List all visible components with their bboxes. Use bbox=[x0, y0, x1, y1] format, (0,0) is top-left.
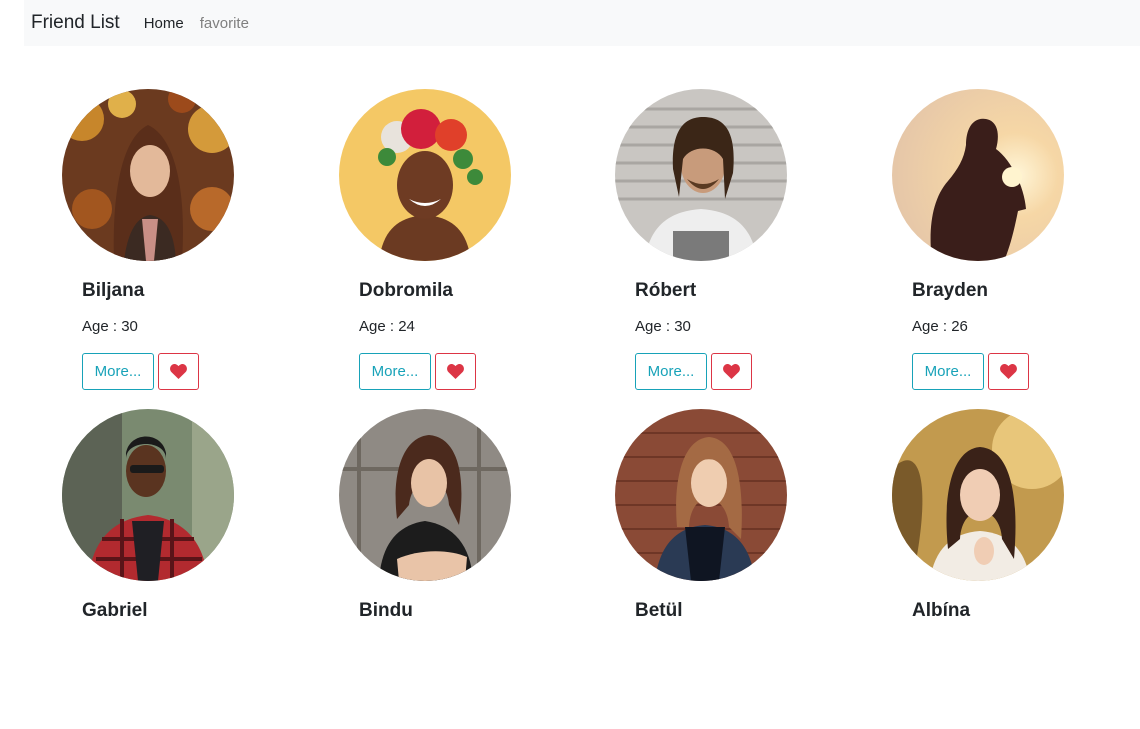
nav-link-home[interactable]: Home bbox=[144, 15, 184, 32]
favorite-button[interactable] bbox=[435, 353, 476, 390]
friend-card: Albína bbox=[892, 409, 1132, 729]
friend-name: Biljana bbox=[82, 280, 145, 301]
favorite-button[interactable] bbox=[158, 353, 199, 390]
more-button[interactable]: More... bbox=[635, 353, 707, 390]
favorite-button[interactable] bbox=[711, 353, 752, 390]
friend-photo bbox=[892, 409, 1064, 581]
more-button[interactable]: More... bbox=[82, 353, 154, 390]
friend-photo bbox=[339, 89, 511, 261]
friend-photo bbox=[62, 409, 234, 581]
nav-link-favorite[interactable]: favorite bbox=[200, 15, 249, 32]
friend-photo bbox=[892, 89, 1064, 261]
navbar: Friend List Home favorite bbox=[24, 0, 1140, 46]
friend-photo bbox=[339, 409, 511, 581]
friend-name: Róbert bbox=[635, 280, 697, 301]
friend-card: Biljana Age : 30 More... bbox=[62, 89, 302, 409]
friend-card: Gabriel bbox=[62, 409, 302, 729]
friend-photo bbox=[615, 89, 787, 261]
friend-age: Age : 24 bbox=[359, 318, 415, 335]
more-button[interactable]: More... bbox=[359, 353, 431, 390]
friend-name: Betül bbox=[635, 600, 683, 621]
navbar-brand[interactable]: Friend List bbox=[31, 12, 120, 34]
friend-name: Brayden bbox=[912, 280, 989, 301]
friend-card: Dobromila Age : 24 More... bbox=[339, 89, 579, 409]
friend-age: Age : 30 bbox=[82, 318, 138, 335]
heart-icon bbox=[447, 364, 464, 379]
friend-age: Age : 30 bbox=[635, 318, 691, 335]
more-button[interactable]: More... bbox=[912, 353, 984, 390]
friend-photo bbox=[615, 409, 787, 581]
friend-card: Bindu bbox=[339, 409, 579, 729]
friend-card: Brayden Age : 26 More... bbox=[892, 89, 1132, 409]
friend-card: Róbert Age : 30 More... bbox=[615, 89, 855, 409]
friend-age: Age : 26 bbox=[912, 318, 968, 335]
favorite-button[interactable] bbox=[988, 353, 1029, 390]
friend-name: Dobromila bbox=[359, 280, 453, 301]
heart-icon bbox=[170, 364, 187, 379]
friend-grid: Biljana Age : 30 More... Dobromila Age :… bbox=[0, 0, 1140, 640]
friend-name: Bindu bbox=[359, 600, 413, 621]
friend-card: Betül bbox=[615, 409, 855, 729]
friend-photo bbox=[62, 89, 234, 261]
friend-name: Albína bbox=[912, 600, 971, 621]
friend-name: Gabriel bbox=[82, 600, 148, 621]
heart-icon bbox=[723, 364, 740, 379]
heart-icon bbox=[1000, 364, 1017, 379]
